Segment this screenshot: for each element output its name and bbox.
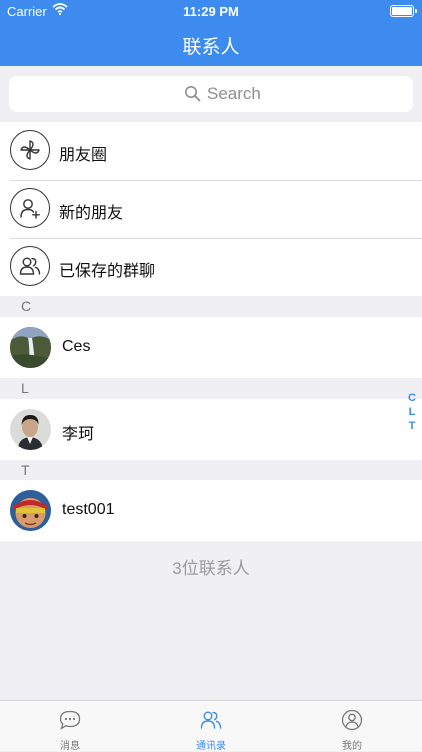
chat-bubble-icon	[59, 709, 81, 736]
battery-icon	[390, 5, 417, 17]
menu-item-moments[interactable]: 朋友圈	[0, 122, 422, 180]
menu-label-saved-groups: 已保存的群聊	[59, 263, 156, 280]
avatar	[10, 327, 51, 368]
avatar	[10, 490, 51, 531]
section-header-c: C	[0, 296, 422, 317]
tab-bar: 消息 通讯录 我的	[0, 700, 422, 752]
menu-label-moments: 朋友圈	[59, 147, 108, 164]
contact-name: test001	[62, 501, 115, 518]
section-header-l: L	[0, 378, 422, 399]
avatar	[10, 409, 51, 450]
section-header-t: T	[0, 460, 422, 481]
contact-name: Ces	[62, 338, 91, 355]
contact-row-ces[interactable]: Ces	[0, 317, 422, 378]
menu-item-saved-groups[interactable]: 已保存的群聊	[0, 238, 422, 296]
profile-icon	[341, 709, 363, 736]
index-letter-c[interactable]: C	[407, 391, 417, 405]
section-letter: C	[21, 298, 32, 314]
group-icon	[10, 246, 50, 286]
contact-count: 3位联系人	[172, 559, 250, 578]
search-input[interactable]: Search	[9, 76, 413, 112]
section-letter: T	[21, 462, 30, 478]
contact-name: 李珂	[62, 426, 95, 443]
tab-me[interactable]: 我的	[282, 701, 422, 752]
search-placeholder: Search	[207, 84, 261, 103]
feature-menu: 朋友圈 新的朋友 已保存的群聊	[0, 122, 422, 296]
tab-messages[interactable]: 消息	[0, 701, 140, 752]
navigation-bar: 联系人	[0, 22, 422, 66]
page-title: 联系人	[182, 37, 240, 58]
contacts-icon	[200, 709, 222, 736]
tab-contacts[interactable]: 通讯录	[141, 701, 281, 752]
search-area: Search	[0, 66, 422, 122]
section-index-bar[interactable]: C L T	[407, 391, 417, 433]
section-letter: L	[21, 380, 29, 396]
index-letter-t[interactable]: T	[407, 419, 417, 433]
menu-item-new-friends[interactable]: 新的朋友	[0, 180, 422, 238]
pinwheel-icon	[10, 130, 50, 170]
contact-row-test001[interactable]: test001	[0, 480, 422, 541]
add-friend-icon	[10, 188, 50, 228]
contact-row-li-ke[interactable]: 李珂	[0, 399, 422, 460]
search-icon	[184, 85, 201, 107]
index-letter-l[interactable]: L	[407, 405, 417, 419]
status-time: 11:29 PM	[183, 4, 239, 19]
status-bar: Carrier 11:29 PM	[0, 0, 422, 22]
menu-label-new-friends: 新的朋友	[59, 205, 124, 222]
